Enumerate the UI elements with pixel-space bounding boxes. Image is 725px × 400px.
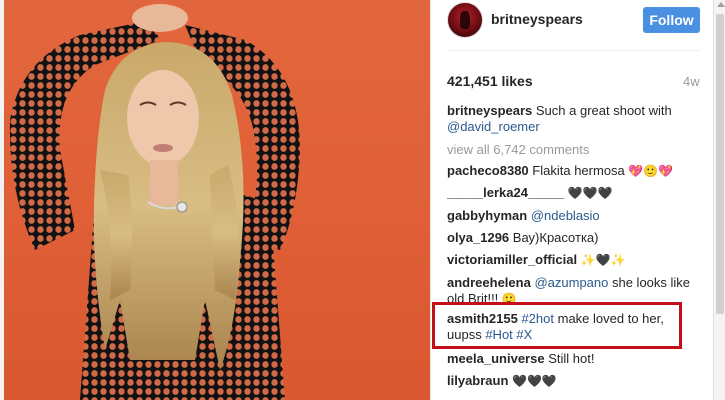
profile-avatar[interactable] bbox=[447, 2, 483, 38]
likes-count[interactable]: 421,451 likes bbox=[447, 73, 533, 89]
comment-author[interactable]: andreehelena bbox=[447, 275, 531, 290]
comment-emoji: 💖🙂💖 bbox=[628, 164, 674, 178]
avatar-figure bbox=[460, 11, 470, 29]
comment-author[interactable]: olya_1296 bbox=[447, 230, 509, 245]
photo-left-border bbox=[0, 0, 4, 400]
comment-item: victoriamiller_official ✨🖤✨ bbox=[447, 252, 697, 268]
view-all-comments-link[interactable]: view all 6,742 comments bbox=[447, 142, 697, 158]
scrollbar[interactable] bbox=[713, 0, 725, 400]
comment-item: gabbyhyman @ndeblasio bbox=[447, 208, 697, 224]
header-divider bbox=[447, 50, 700, 51]
comment-text: Flakita hermosa bbox=[532, 163, 625, 178]
comment-item: lilyabraun 🖤🖤🖤 bbox=[447, 373, 697, 389]
comment-author[interactable]: meela_universe bbox=[447, 351, 545, 366]
comment-emoji: 🖤🖤🖤 bbox=[567, 186, 613, 200]
scroll-up-arrow-icon[interactable] bbox=[717, 2, 725, 7]
comment-mention[interactable]: @azumpano bbox=[534, 275, 608, 290]
caption-text: Such a great shoot with bbox=[535, 103, 672, 118]
comment-emoji: ✨🖤✨ bbox=[580, 253, 626, 267]
comment-author[interactable]: lilyabraun bbox=[447, 373, 508, 388]
caption: britneyspears Such a great shoot with @d… bbox=[447, 103, 697, 135]
post-age[interactable]: 4w bbox=[683, 74, 700, 89]
comment-emoji: 🖤🖤🖤 bbox=[512, 374, 557, 388]
comment-mention[interactable]: @ndeblasio bbox=[531, 208, 600, 223]
post-username[interactable]: britneyspears bbox=[491, 11, 583, 27]
post-photo[interactable] bbox=[0, 0, 430, 400]
caption-author[interactable]: britneyspears bbox=[447, 103, 532, 118]
comment-item: pacheco8380 Flakita hermosa 💖🙂💖 bbox=[447, 163, 697, 179]
caption-mention[interactable]: @david_roemer bbox=[447, 119, 540, 134]
comment-item: meela_universe Still hot! bbox=[447, 351, 697, 367]
comment-highlight-box bbox=[432, 302, 682, 349]
comment-text: Вау)Красотка) bbox=[512, 230, 599, 245]
comment-author[interactable]: gabbyhyman bbox=[447, 208, 527, 223]
comment-author[interactable]: victoriamiller_official bbox=[447, 252, 577, 267]
post-photo-illustration bbox=[9, 4, 300, 400]
comment-author[interactable]: pacheco8380 bbox=[447, 163, 529, 178]
scroll-thumb[interactable] bbox=[716, 14, 724, 314]
comment-author[interactable]: _____lerka24_____ bbox=[447, 185, 564, 200]
comment-item: _____lerka24_____ 🖤🖤🖤 bbox=[447, 185, 697, 201]
comment-text: Still hot! bbox=[548, 351, 595, 366]
comment-item: olya_1296 Вау)Красотка) bbox=[447, 230, 697, 246]
follow-button[interactable]: Follow bbox=[643, 7, 700, 33]
